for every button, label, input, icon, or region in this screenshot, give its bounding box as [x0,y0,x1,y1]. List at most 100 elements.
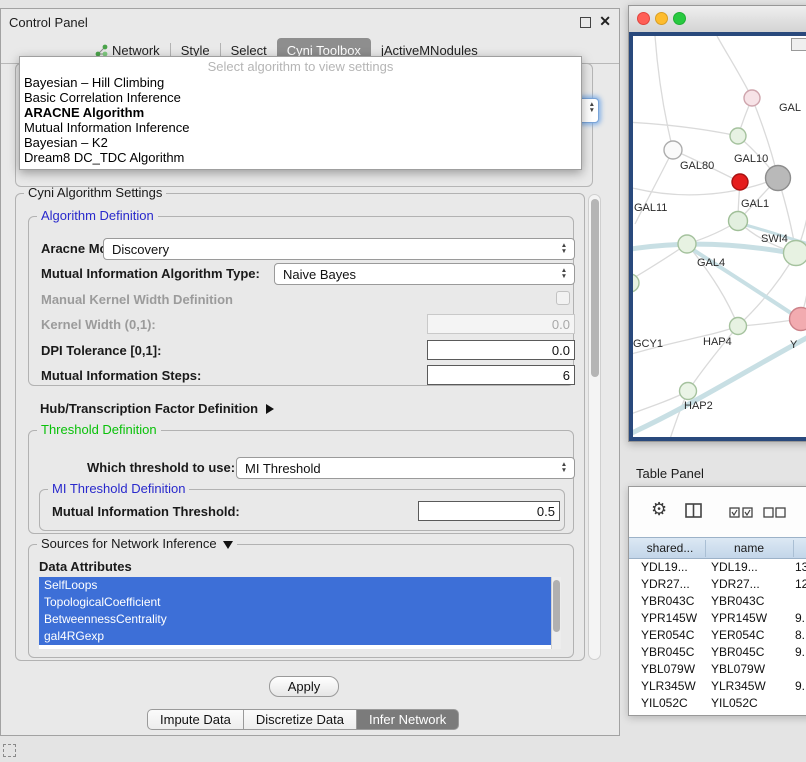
network-node[interactable] [678,235,696,253]
tab-discretize-data[interactable]: Discretize Data [244,709,357,730]
table-row[interactable]: YBL079WYBL079W [629,661,806,678]
network-node[interactable] [730,128,746,144]
cell: 8. [795,627,805,644]
network-node[interactable] [729,212,748,231]
data-attributes-list[interactable]: SelfLoops TopologicalCoefficient Between… [39,577,551,649]
cell: YDR27... [641,576,703,593]
node-label: HAP2 [684,400,713,412]
algorithm-option-selected[interactable]: ARACNE Algorithm [20,105,581,120]
close-window-icon[interactable]: ✕ [599,13,611,30]
table-row[interactable]: YBR045CYBR045C9. [629,644,806,661]
minimize-traffic-light[interactable] [655,12,668,25]
algorithm-option[interactable]: Bayesian – Hill Climbing [20,75,581,90]
table-row[interactable]: YDL19...YDL19...13 [629,559,806,576]
tab-impute-data[interactable]: Impute Data [147,709,244,730]
algorithm-option[interactable]: Mutual Information Inference [20,120,581,135]
cyni-algorithm-settings-group: Cyni Algorithm Settings Algorithm Defini… [15,193,585,661]
which-threshold-combobox[interactable]: MI Threshold ▲▼ [236,457,575,479]
sources-title[interactable]: Sources for Network Inference [37,536,237,551]
network-canvas[interactable]: GAL GAL80 GAL10 GAL11 GAL1 SWI4 GAL4 GCY… [633,36,806,437]
cell: YDL19... [641,559,703,576]
gear-icon[interactable]: ⚙ [651,499,667,520]
algorithm-option[interactable]: Basic Correlation Inference [20,90,581,105]
hub-definition-section[interactable]: Hub/Transcription Factor Definition [40,400,274,418]
network-node-selected[interactable] [732,174,748,190]
settings-scrollbar-thumb[interactable] [591,199,599,377]
network-node[interactable] [664,141,682,159]
group-title: Cyni Algorithm Settings [24,185,166,200]
mi-threshold-group: MI Threshold Definition Mutual Informati… [39,489,565,531]
cell: YIL052C [711,695,791,712]
network-node[interactable] [680,383,697,400]
mi-threshold-field[interactable] [418,501,560,521]
deselect-all-checkboxes-icon[interactable] [763,507,787,518]
column-header-name[interactable]: name [707,541,791,555]
mi-steps-label: Mutual Information Steps: [41,368,201,383]
cell: YER054C [711,627,791,644]
apply-button[interactable]: Apply [269,676,339,697]
list-item[interactable]: gal4RGexp [39,628,551,645]
control-panel-titlebar[interactable]: Control Panel ✕ [1,9,619,37]
kernel-width-field [427,314,575,334]
column-header-shared-name[interactable]: shared... [637,541,703,555]
algorithm-option[interactable]: Dream8 DC_TDC Algorithm [20,150,581,165]
group-title: Threshold Definition [37,422,161,437]
network-window-titlebar[interactable] [629,6,806,33]
aracne-mode-combobox[interactable]: Discovery ▲▼ [103,238,575,260]
list-scrollbar-track[interactable] [551,577,561,649]
network-frame: GAL GAL80 GAL10 GAL11 GAL1 SWI4 GAL4 GCY… [629,32,806,441]
algorithm-dropdown-popup: Select algorithm to view settings Bayesi… [19,56,582,170]
cell: YPR145W [641,610,703,627]
dropdown-placeholder: Select algorithm to view settings [20,59,581,75]
network-node[interactable] [730,318,747,335]
expand-right-icon[interactable] [266,404,274,414]
table-row[interactable]: YIL052CYIL052C [629,695,806,712]
network-node[interactable] [790,308,806,331]
dpi-tolerance-field[interactable] [427,340,575,360]
table-header-row: shared... name [629,537,806,559]
close-traffic-light[interactable] [637,12,650,25]
settings-scrollbar-track[interactable] [588,194,601,660]
mi-type-combobox[interactable]: Naive Bayes ▲▼ [274,263,575,285]
cell: 13 [795,559,806,576]
list-item[interactable]: SelfLoops [39,577,551,594]
table-body: YDL19...YDL19...13 YDR27...YDR27...12 YB… [629,559,806,715]
selection-tool-icon[interactable] [3,744,16,757]
float-window-icon[interactable] [580,17,591,28]
column-separator[interactable] [793,540,794,557]
chevron-up-down-icon: ▲▼ [557,243,574,255]
zoom-traffic-light[interactable] [673,12,686,25]
network-node[interactable] [633,274,639,292]
mi-steps-field[interactable] [427,365,575,385]
network-view-window: GAL GAL80 GAL10 GAL11 GAL1 SWI4 GAL4 GCY… [628,5,806,442]
node-label: Y [790,339,797,351]
tab-infer-network[interactable]: Infer Network [357,709,459,730]
network-node[interactable] [744,90,760,106]
list-scrollbar-thumb[interactable] [553,580,560,632]
cell: YBR045C [641,644,703,661]
table-row[interactable]: YLR345WYLR345W9. [629,678,806,695]
table-row[interactable]: YER054CYER054C8. [629,627,806,644]
select-all-checkboxes-icon[interactable] [729,507,755,518]
birdseye-view-icon[interactable] [791,38,806,51]
algorithm-option[interactable]: Bayesian – K2 [20,135,581,150]
node-label: GAL1 [741,198,769,210]
cell: YBR045C [711,644,791,661]
tab-label: Discretize Data [256,712,344,727]
app-screen: Control Panel ✕ Network Style Select Cyn… [0,0,806,762]
list-item[interactable]: BetweennessCentrality [39,611,551,628]
column-separator[interactable] [705,540,706,557]
data-attributes-label: Data Attributes [39,559,132,574]
network-node[interactable] [766,166,791,191]
combo-value: Naive Bayes [275,267,557,282]
collapse-down-icon[interactable] [223,541,233,549]
mi-threshold-label: Mutual Information Threshold: [52,504,240,519]
table-row[interactable]: YDR27...YDR27...12 [629,576,806,593]
cell: YBR043C [711,593,791,610]
table-row[interactable]: YPR145WYPR145W9. [629,610,806,627]
table-row[interactable]: YBR043CYBR043C [629,593,806,610]
list-item[interactable]: TopologicalCoefficient [39,594,551,611]
combo-value: MI Threshold [237,461,557,476]
columns-icon[interactable] [685,503,702,518]
table-panel-title: Table Panel [636,466,704,481]
